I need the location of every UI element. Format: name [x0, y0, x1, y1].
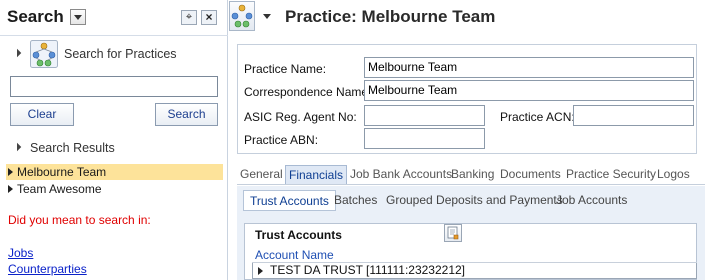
practice-name-field[interactable]: Melbourne Team [364, 57, 694, 78]
subtab-trust-accounts[interactable]: Trust Accounts [243, 190, 336, 211]
export-glyph-icon [447, 226, 459, 240]
search-results-heading: Search Results [30, 141, 115, 155]
practice-menu-button[interactable] [229, 1, 255, 31]
search-result-label: Melbourne Team [17, 165, 107, 179]
search-result-label: Team Awesome [17, 182, 102, 196]
practice-abn-field[interactable] [364, 128, 485, 149]
grid-title: Trust Accounts [255, 228, 342, 242]
pin-icon[interactable]: ⌖ [181, 10, 197, 25]
clear-button[interactable]: Clear [10, 103, 74, 126]
expand-arrow-icon[interactable] [8, 168, 13, 176]
asic-agent-label: ASIC Reg. Agent No: [244, 110, 357, 124]
practice-abn-label: Practice ABN: [244, 133, 319, 147]
collapse-arrow-icon[interactable] [12, 142, 22, 152]
search-pane-title: Search [7, 7, 64, 26]
link-counterparties[interactable]: Counterparties [8, 262, 87, 276]
search-pane-dropdown-button[interactable] [70, 9, 86, 25]
table-row[interactable]: TEST DA TRUST [111111:23232212] [252, 263, 697, 279]
tab-logos[interactable]: Logos [654, 165, 693, 184]
tab-financials[interactable]: Financials [285, 165, 348, 184]
search-result-item[interactable]: Melbourne Team [6, 164, 223, 180]
correspondence-name-field[interactable]: Melbourne Team [364, 80, 694, 101]
close-icon[interactable]: × [201, 10, 217, 25]
practice-network-icon [30, 40, 58, 68]
collapse-arrow-icon[interactable] [12, 48, 22, 58]
chevron-down-icon[interactable] [263, 14, 271, 19]
expand-arrow-icon[interactable] [258, 267, 263, 275]
subtab-batches[interactable]: Batches [328, 190, 383, 211]
search-result-item[interactable]: Team Awesome [6, 181, 223, 197]
tab-practice-security[interactable]: Practice Security [563, 165, 659, 184]
tab-job-bank-accounts[interactable]: Job Bank Accounts [347, 165, 455, 184]
search-input[interactable] [10, 76, 218, 97]
practice-name-label: Practice Name: [244, 62, 327, 76]
column-header-account-name[interactable]: Account Name [255, 248, 334, 262]
link-jobs[interactable]: Jobs [8, 246, 33, 260]
subtab-grouped-deposits[interactable]: Grouped Deposits and Payments [380, 190, 569, 211]
tab-banking[interactable]: Banking [448, 165, 497, 184]
search-pane: Search ⌖ × Search for Practices Clear Se… [0, 0, 228, 280]
practice-network-icon [231, 4, 253, 28]
practice-acn-label: Practice ACN: [500, 110, 575, 124]
asic-agent-field[interactable] [364, 105, 485, 126]
subtab-job-accounts[interactable]: Job Accounts [550, 190, 633, 211]
page-title: Practice: Melbourne Team [285, 7, 496, 26]
expand-arrow-icon[interactable] [8, 185, 13, 193]
practice-acn-field[interactable] [573, 105, 694, 126]
search-pane-header: Search ⌖ × [0, 0, 228, 36]
did-you-mean-text: Did you mean to search in: [8, 213, 151, 227]
tab-general[interactable]: General [237, 165, 286, 184]
tab-divider [237, 184, 705, 185]
export-icon[interactable] [444, 224, 462, 242]
correspondence-name-label: Correspondence Name: [244, 85, 372, 99]
search-for-practices-label: Search for Practices [64, 47, 177, 61]
practice-details-panel: Practice Name: Melbourne Team Correspond… [237, 44, 697, 154]
tab-documents[interactable]: Documents [497, 165, 564, 184]
account-name-cell: TEST DA TRUST [111111:23232212] [270, 263, 466, 277]
search-button[interactable]: Search [155, 103, 218, 126]
practice-detail-pane: Practice: Melbourne Team Practice Name: … [229, 0, 705, 280]
